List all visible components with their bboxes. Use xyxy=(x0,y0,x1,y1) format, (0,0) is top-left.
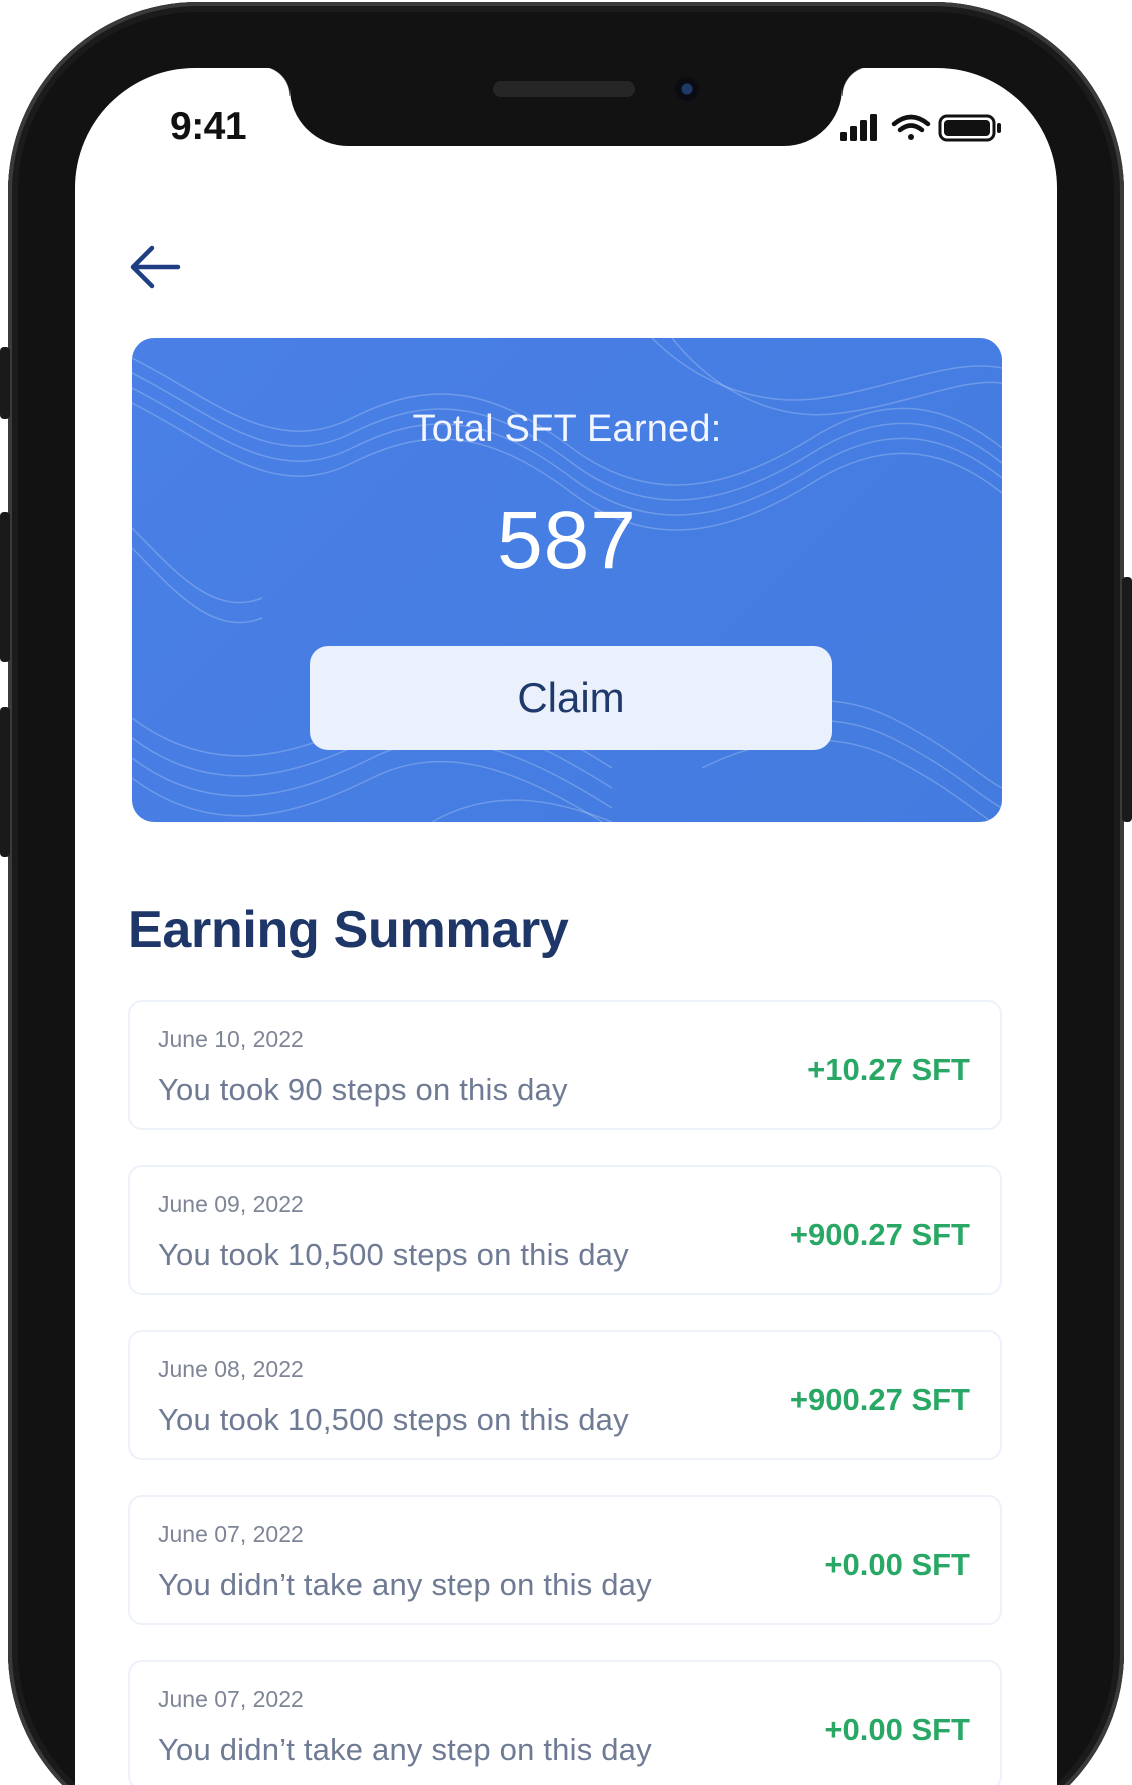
list-item[interactable]: June 10, 2022 You took 90 steps on this … xyxy=(128,1000,1002,1130)
list-item[interactable]: June 07, 2022 You didn’t take any step o… xyxy=(128,1495,1002,1625)
back-button[interactable] xyxy=(128,242,182,292)
item-date: June 09, 2022 xyxy=(158,1191,304,1217)
mute-switch xyxy=(0,347,10,419)
status-time: 9:41 xyxy=(170,105,247,148)
front-camera xyxy=(675,77,699,101)
battery-icon xyxy=(938,114,1001,142)
item-amount: +10.27 SFT xyxy=(807,1052,970,1087)
claim-button[interactable]: Claim xyxy=(310,646,832,750)
wifi-icon xyxy=(891,114,931,140)
item-description: You didn’t take any step on this day xyxy=(158,1732,652,1767)
list-item[interactable]: June 09, 2022 You took 10,500 steps on t… xyxy=(128,1165,1002,1295)
item-amount: +0.00 SFT xyxy=(824,1547,970,1582)
total-sft-value: 587 xyxy=(497,495,637,586)
notch xyxy=(260,66,872,146)
item-amount: +900.27 SFT xyxy=(789,1217,970,1252)
item-description: You took 10,500 steps on this day xyxy=(158,1402,629,1437)
list-item[interactable]: June 07, 2022 You didn’t take any step o… xyxy=(128,1660,1002,1785)
volume-down-button xyxy=(0,707,10,857)
item-amount: +900.27 SFT xyxy=(789,1382,970,1417)
volume-up-button xyxy=(0,512,10,662)
earning-summary-list: June 10, 2022 You took 90 steps on this … xyxy=(128,1000,1002,1785)
status-icons xyxy=(840,114,1001,142)
section-title: Earning Summary xyxy=(128,901,569,959)
speaker-grille xyxy=(493,81,635,97)
item-description: You took 90 steps on this day xyxy=(158,1072,568,1107)
item-date: June 07, 2022 xyxy=(158,1686,304,1712)
total-sft-card: Total SFT Earned: 587 Claim xyxy=(132,338,1002,822)
item-date: June 08, 2022 xyxy=(158,1356,304,1382)
item-description: You took 10,500 steps on this day xyxy=(158,1237,629,1272)
card-title: Total SFT Earned: xyxy=(412,408,722,450)
power-button xyxy=(1122,577,1132,822)
item-date: June 07, 2022 xyxy=(158,1521,304,1547)
signal-icon xyxy=(840,114,877,141)
item-description: You didn’t take any step on this day xyxy=(158,1567,652,1602)
item-date: June 10, 2022 xyxy=(158,1026,304,1052)
arrow-left-icon xyxy=(130,245,181,289)
item-amount: +0.00 SFT xyxy=(824,1712,970,1747)
list-item[interactable]: June 08, 2022 You took 10,500 steps on t… xyxy=(128,1330,1002,1460)
